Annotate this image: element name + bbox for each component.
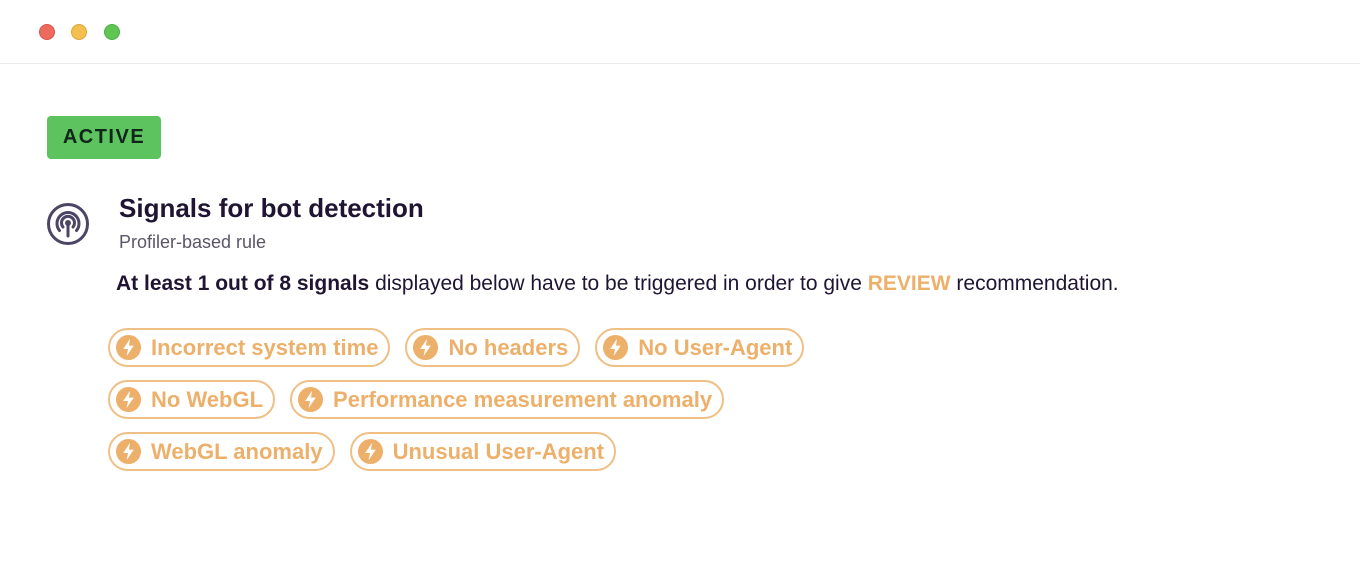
lightning-bolt-icon — [115, 334, 142, 361]
signal-list: Incorrect system time No headers No User… — [108, 328, 868, 484]
lightning-bolt-icon — [357, 438, 383, 465]
lightning-bolt-icon — [413, 334, 439, 361]
lightning-bolt-icon — [115, 438, 142, 465]
app-window: ACTIVE Signals for bot detection Profile… — [0, 0, 1360, 568]
signal-label: Unusual User-Agent — [392, 438, 605, 464]
signal-chip-no-webgl[interactable]: No WebGL — [108, 380, 276, 419]
lightning-bolt-icon — [603, 334, 629, 361]
signal-chip-incorrect-system-time[interactable]: Incorrect system time — [108, 328, 391, 367]
rule-title: Signals for bot detection — [119, 193, 424, 223]
broadcast-signal-icon — [47, 203, 89, 245]
rule-subtitle: Profiler-based rule — [119, 232, 267, 252]
signal-label: No headers — [448, 334, 569, 360]
close-window-button[interactable] — [39, 24, 55, 40]
signal-label: WebGL anomaly — [151, 438, 323, 464]
recommendation-label: REVIEW — [867, 272, 951, 295]
signal-chip-performance-measurement-anomaly[interactable]: Performance measurement anomaly — [290, 380, 725, 419]
description-text: displayed below have to be triggered in … — [369, 272, 868, 295]
zoom-window-button[interactable] — [104, 24, 120, 40]
rule-description: At least 1 out of 8 signals displayed be… — [116, 272, 1119, 296]
signal-chip-webgl-anomaly[interactable]: WebGL anomaly — [108, 432, 335, 471]
lightning-bolt-icon — [297, 386, 324, 413]
signal-row: WebGL anomaly Unusual User-Agent — [108, 432, 868, 471]
signal-chip-unusual-user-agent[interactable]: Unusual User-Agent — [349, 432, 617, 471]
lightning-bolt-icon — [115, 386, 142, 413]
signal-label: No User-Agent — [638, 334, 793, 360]
signal-chip-no-headers[interactable]: No headers — [405, 328, 581, 367]
description-end-text: recommendation. — [950, 272, 1119, 295]
window-titlebar — [0, 0, 1360, 64]
signal-label: Incorrect system time — [151, 334, 379, 360]
minimize-window-button[interactable] — [71, 24, 87, 40]
signal-label: No WebGL — [151, 386, 264, 412]
signal-row: Incorrect system time No headers No User… — [108, 328, 868, 367]
signal-chip-no-user-agent[interactable]: No User-Agent — [595, 328, 805, 367]
signal-label: Performance measurement anomaly — [333, 386, 713, 412]
status-badge: ACTIVE — [47, 116, 161, 159]
signal-threshold-text: At least 1 out of 8 signals — [116, 272, 370, 295]
signal-row: No WebGL Performance measurement anomaly — [108, 380, 868, 419]
